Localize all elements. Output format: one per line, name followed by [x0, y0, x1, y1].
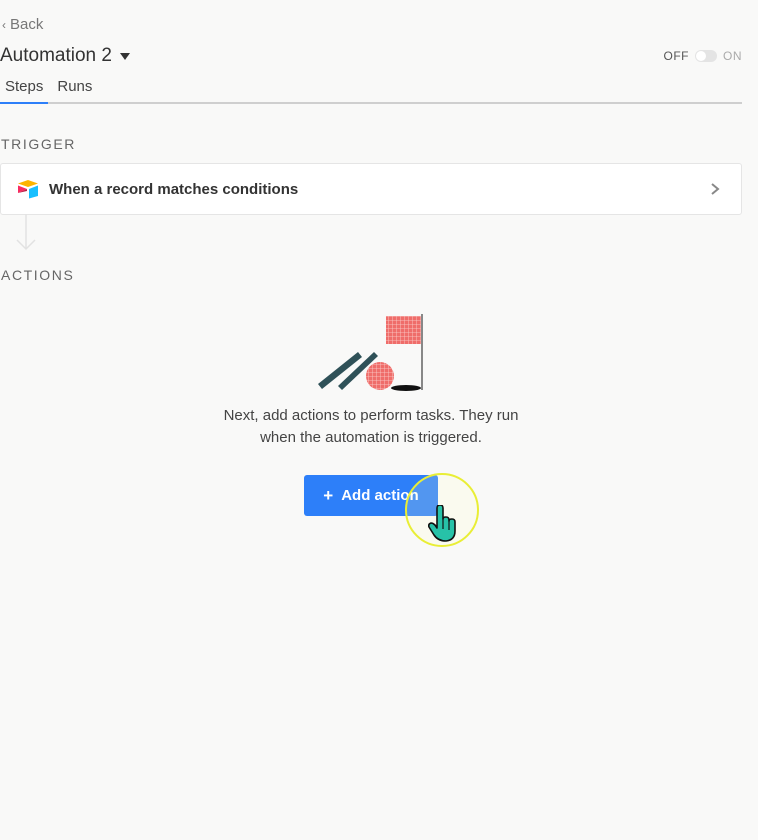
empty-state-line-1: Next, add actions to perform tasks. They…: [223, 407, 519, 424]
hand-pointer-icon: [428, 505, 456, 542]
toggle-switch[interactable]: [695, 50, 717, 62]
tab-bar: Steps Runs: [0, 76, 742, 104]
back-link[interactable]: ‹ Back: [2, 16, 43, 33]
toggle-on-label: ON: [723, 49, 742, 63]
trigger-label: When a record matches conditions: [49, 180, 299, 198]
chevron-right-icon: [711, 183, 720, 195]
chevron-left-icon: ‹: [2, 17, 6, 32]
caret-down-icon[interactable]: [119, 52, 130, 60]
connector-arrow-icon: [16, 214, 36, 251]
automation-toggle[interactable]: OFF ON: [664, 49, 743, 63]
golf-flag-illustration: [318, 314, 423, 391]
tab-runs[interactable]: Runs: [52, 76, 97, 102]
trigger-section-label: TRIGGER: [1, 136, 76, 152]
back-label: Back: [10, 16, 44, 33]
plus-icon: +: [323, 485, 334, 505]
toggle-knob: [696, 51, 706, 61]
automation-title[interactable]: Automation 2: [0, 45, 112, 67]
empty-state-text: Next, add actions to perform tasks. They…: [200, 405, 542, 449]
automation-header: Automation 2 OFF ON: [0, 44, 742, 68]
tab-steps[interactable]: Steps: [0, 76, 49, 104]
airtable-logo-icon: [18, 180, 38, 199]
actions-section-label: ACTIONS: [1, 267, 75, 283]
trigger-card[interactable]: When a record matches conditions: [0, 163, 742, 215]
empty-state-line-2: when the automation is triggered.: [260, 429, 482, 446]
toggle-off-label: OFF: [663, 49, 689, 63]
